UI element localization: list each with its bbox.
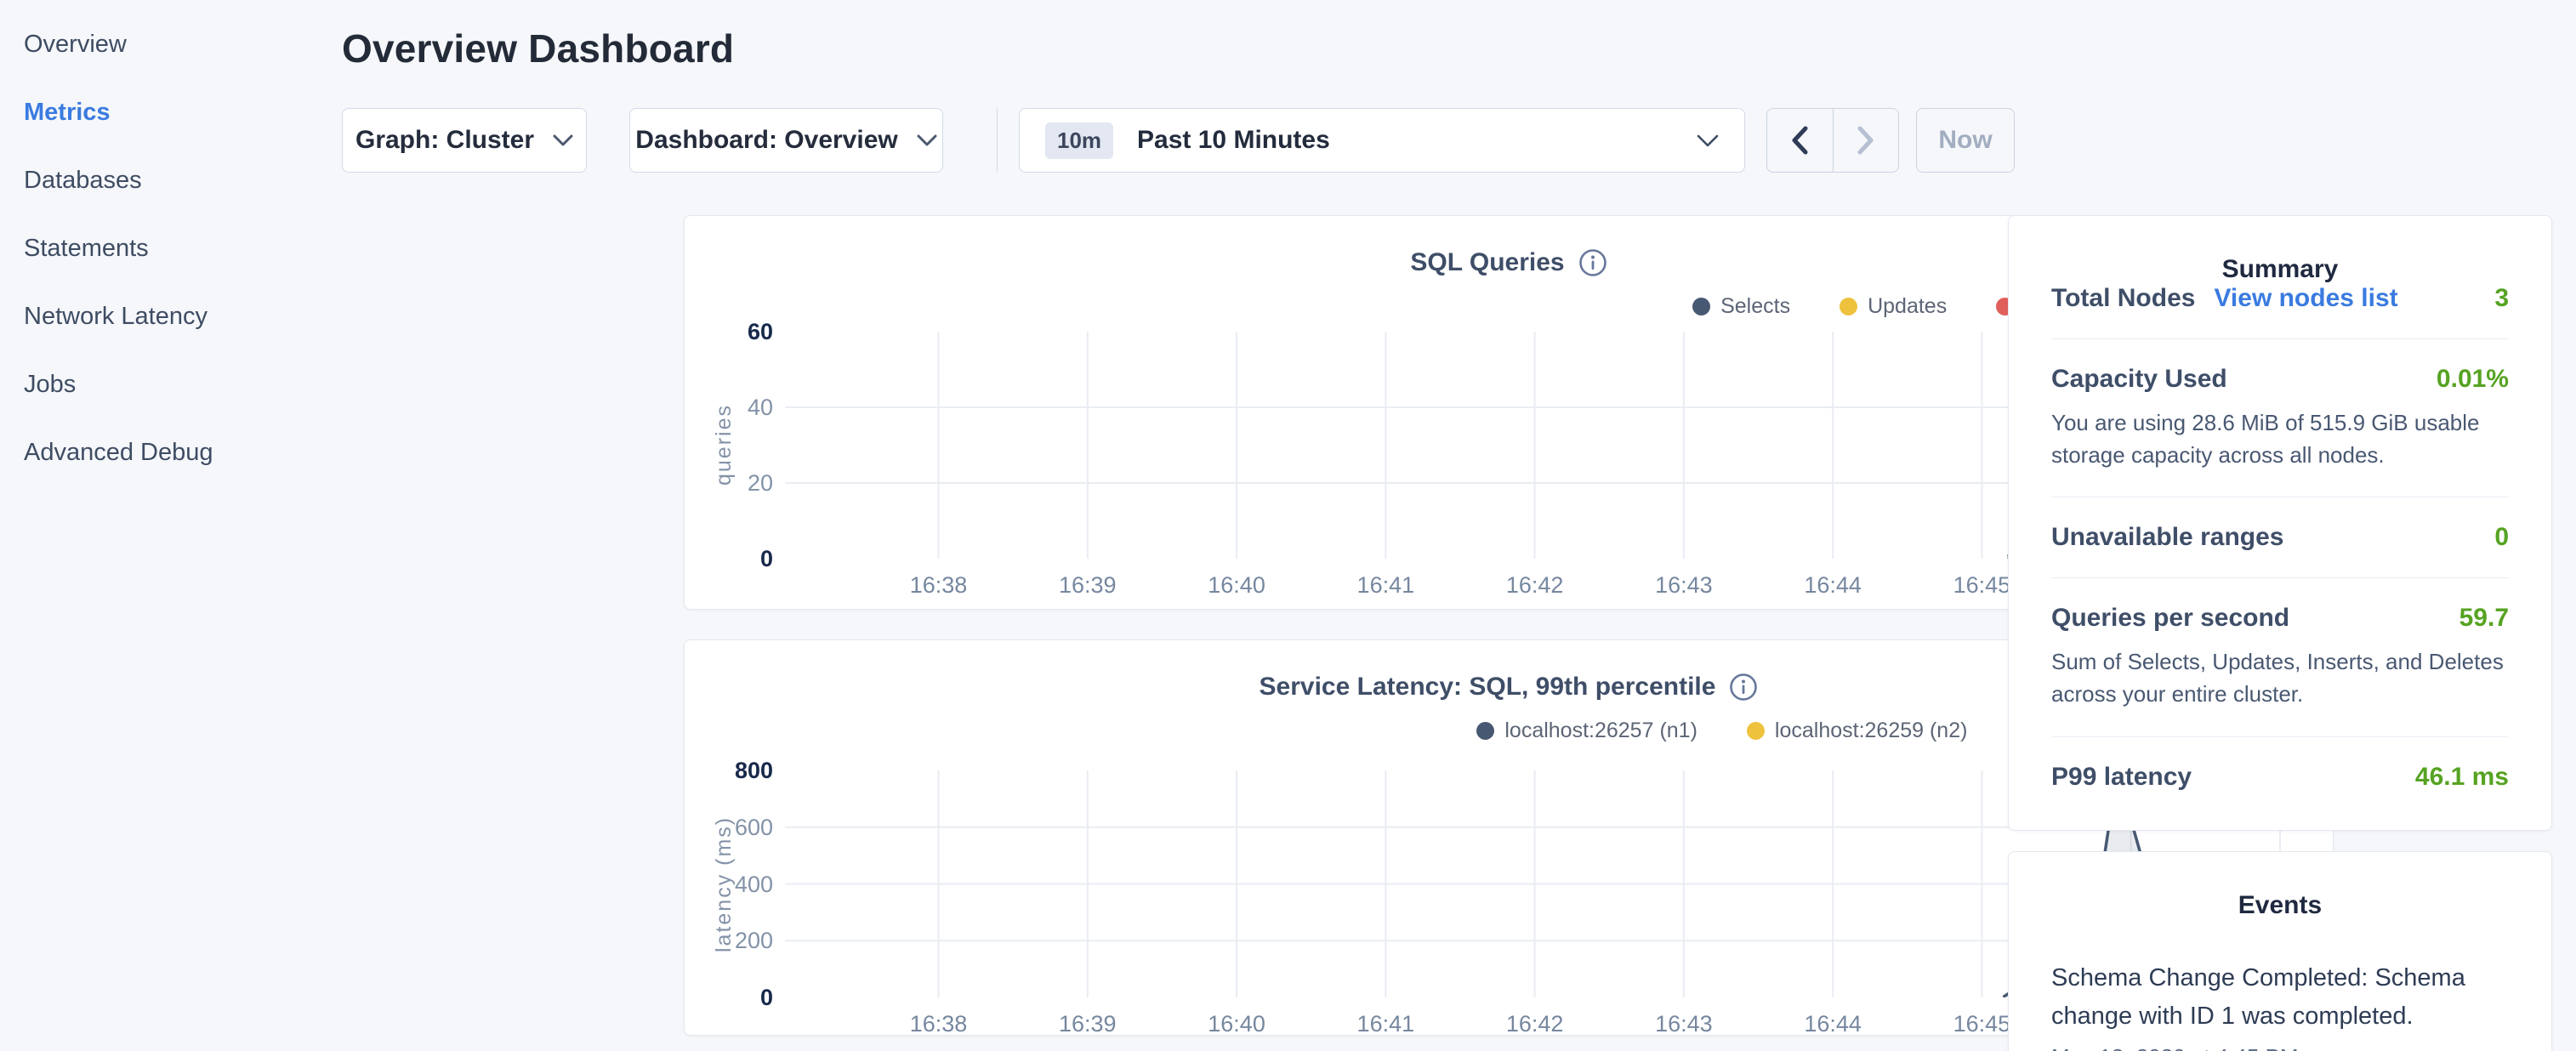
summary-row-value: 3 (2494, 284, 2509, 313)
info-icon[interactable] (1578, 248, 1607, 277)
summary-row-unavailable-ranges: Unavailable ranges 0 (2051, 523, 2509, 552)
page-title: Overview Dashboard (342, 26, 734, 71)
y-tick-label: 800 (685, 758, 773, 783)
sidebar-item-jobs[interactable]: Jobs (0, 350, 342, 418)
chevron-down-icon (1697, 134, 1719, 147)
x-tick-label: 16:42 (1484, 572, 1586, 599)
y-tick-label: 600 (685, 815, 773, 840)
view-nodes-list-link[interactable]: View nodes list (2214, 284, 2397, 313)
sidebar: Overview Metrics Databases Statements Ne… (0, 0, 342, 1051)
x-tick-label: 16:42 (1484, 1011, 1586, 1037)
x-tick-label: 16:40 (1186, 572, 1288, 599)
time-step-forward-button[interactable] (1833, 109, 1899, 172)
x-tick-label: 16:43 (1633, 1011, 1735, 1037)
x-tick-label: 16:39 (1037, 1011, 1139, 1037)
sidebar-item-overview[interactable]: Overview (0, 10, 342, 78)
chevron-left-icon (1790, 126, 1809, 155)
time-step-buttons (1766, 108, 1899, 173)
legend-item: localhost:26259 (n2) (1747, 719, 1968, 743)
info-icon[interactable] (1729, 673, 1758, 702)
y-tick-label: 20 (685, 470, 773, 496)
legend-label: Selects (1720, 294, 1790, 319)
legend-dot (1692, 298, 1710, 315)
summary-row-label: Unavailable ranges (2051, 523, 2283, 552)
summary-row-queries-per-second: Queries per second 59.7 Sum of Selects, … (2051, 604, 2509, 710)
summary-row-total-nodes: Total Nodes View nodes list 3 (2051, 284, 2509, 313)
time-range-label: Past 10 Minutes (1137, 126, 1330, 155)
y-tick-label: 400 (685, 872, 773, 897)
summary-row-label: Capacity Used (2051, 365, 2227, 394)
x-tick-label: 16:41 (1334, 1011, 1436, 1037)
events-card: Events Schema Change Completed: Schema c… (2008, 851, 2552, 1051)
legend-item: localhost:26257 (n1) (1476, 719, 1697, 743)
summary-row-label: Total Nodes (2051, 284, 2195, 313)
x-tick-label: 16:44 (1782, 1011, 1884, 1037)
x-tick-label: 16:44 (1782, 572, 1884, 599)
sidebar-item-advanced-debug[interactable]: Advanced Debug (0, 418, 342, 486)
time-step-back-button[interactable] (1767, 109, 1833, 172)
x-tick-label: 16:43 (1633, 572, 1735, 599)
toolbar-divider (997, 108, 998, 173)
event-item-text[interactable]: Schema Change Completed: Schema change w… (2051, 959, 2509, 1036)
chart-title: SQL Queries (1410, 248, 1564, 277)
time-range-badge: 10m (1045, 122, 1113, 159)
divider (2051, 736, 2509, 737)
legend-dot (1840, 298, 1857, 315)
summary-row-value: 0 (2494, 523, 2509, 552)
chevron-down-icon (917, 134, 937, 146)
graph-dropdown[interactable]: Graph: Cluster (342, 108, 587, 173)
summary-card: Summary Total Nodes View nodes list 3 Ca… (2008, 215, 2552, 831)
sidebar-item-databases[interactable]: Databases (0, 146, 342, 214)
x-tick-label: 16:41 (1334, 572, 1436, 599)
summary-row-note: Sum of Selects, Updates, Inserts, and De… (2051, 646, 2509, 710)
legend-dot (1476, 722, 1494, 740)
dashboard-dropdown[interactable]: Dashboard: Overview (629, 108, 943, 173)
y-tick-label: 0 (685, 546, 773, 571)
x-tick-label: 16:39 (1037, 572, 1139, 599)
summary-title: Summary (2051, 216, 2509, 284)
graph-dropdown-label: Graph: Cluster (355, 126, 534, 155)
y-tick-label: 60 (685, 319, 773, 344)
legend-item: Selects (1692, 294, 1790, 319)
summary-row-value: 46.1 ms (2415, 763, 2509, 792)
y-tick-label: 40 (685, 395, 773, 420)
legend-dot (1747, 722, 1765, 740)
sidebar-item-statements[interactable]: Statements (0, 214, 342, 282)
main-content: Overview Dashboard Graph: Cluster Dashbo… (342, 0, 1992, 1051)
now-button[interactable]: Now (1916, 108, 2015, 173)
chart-title: Service Latency: SQL, 99th percentile (1260, 673, 1716, 702)
summary-row-value: 59.7 (2459, 604, 2509, 633)
legend-label: localhost:26259 (n2) (1775, 719, 1968, 743)
events-title: Events (2051, 852, 2509, 920)
x-tick-label: 16:38 (888, 572, 990, 599)
summary-row-label: Queries per second (2051, 604, 2289, 633)
legend-label: Updates (1868, 294, 1947, 319)
page: Overview Metrics Databases Statements Ne… (0, 0, 2576, 1051)
dashboard-dropdown-label: Dashboard: Overview (635, 126, 897, 155)
x-tick-label: 16:40 (1186, 1011, 1288, 1037)
divider (2051, 577, 2509, 578)
summary-row-label: P99 latency (2051, 763, 2192, 792)
y-axis-label: queries (712, 332, 746, 559)
event-item-timestamp: May 13, 2020 at 4:45 PM (2051, 1044, 2509, 1051)
time-range-picker[interactable]: 10m Past 10 Minutes (1019, 108, 1745, 173)
sidebar-item-metrics[interactable]: Metrics (0, 78, 342, 146)
summary-row-capacity-used: Capacity Used 0.01% You are using 28.6 M… (2051, 365, 2509, 471)
legend-item: Updates (1840, 294, 1947, 319)
toolbar: Graph: Cluster Dashboard: Overview 10m P… (342, 108, 2015, 173)
chevron-down-icon (553, 134, 573, 146)
divider (2051, 338, 2509, 339)
summary-row-value: 0.01% (2437, 365, 2509, 394)
summary-row-p99-latency: P99 latency 46.1 ms (2051, 763, 2509, 792)
y-tick-label: 200 (685, 928, 773, 953)
legend-label: localhost:26257 (n1) (1504, 719, 1697, 743)
sidebar-item-network-latency[interactable]: Network Latency (0, 282, 342, 350)
summary-row-note: You are using 28.6 MiB of 515.9 GiB usab… (2051, 407, 2509, 471)
chevron-right-icon (1857, 126, 1875, 155)
y-tick-label: 0 (685, 985, 773, 1010)
x-tick-label: 16:38 (888, 1011, 990, 1037)
